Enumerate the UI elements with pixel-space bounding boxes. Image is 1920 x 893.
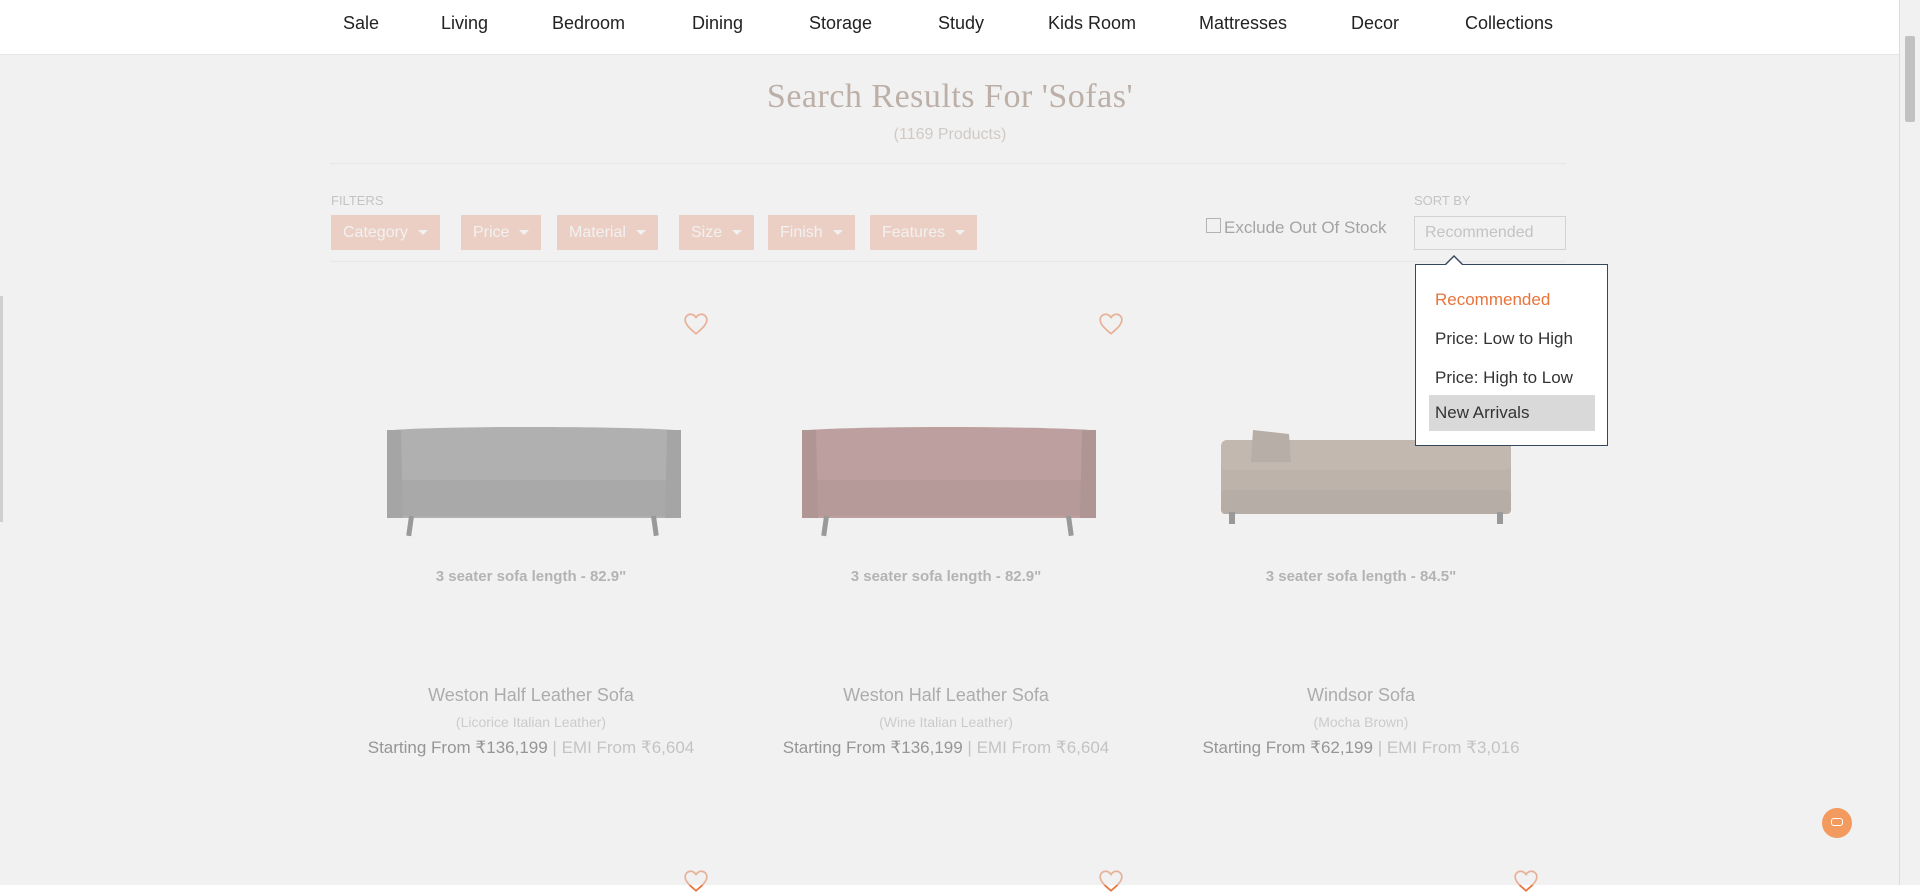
sort-option-price-high-low[interactable]: Price: High to Low [1429, 360, 1595, 396]
product-dimension: 3 seater sofa length - 84.5" [1265, 568, 1457, 585]
nav-item-study[interactable]: Study [938, 13, 984, 34]
sort-dropdown: Recommended Price: Low to High Price: Hi… [1415, 255, 1608, 446]
filter-size-label: Size [691, 224, 723, 241]
divider [330, 261, 1566, 262]
nav-item-mattresses[interactable]: Mattresses [1199, 13, 1287, 34]
product-image[interactable] [776, 400, 1116, 540]
filter-category-button[interactable]: Category [331, 215, 440, 250]
caret-down-icon [519, 230, 530, 236]
filter-finish-label: Finish [780, 224, 823, 241]
filter-features-button[interactable]: Features [870, 215, 978, 250]
nav-item-kids-room[interactable]: Kids Room [1048, 13, 1136, 34]
product-price: Starting From ₹136,199 | EMI From ₹6,604 [756, 738, 1136, 758]
price-text: Starting From ₹136,199 [782, 738, 963, 757]
heart-icon[interactable] [1098, 312, 1124, 336]
product-variant: (Licorice Italian Leather) [455, 714, 607, 730]
filters-label: FILTERS [331, 193, 384, 208]
nav-item-decor[interactable]: Decor [1351, 13, 1399, 34]
filter-material-label: Material [569, 224, 626, 241]
filter-size-button[interactable]: Size [679, 215, 755, 250]
product-price: Starting From ₹62,199 | EMI From ₹3,016 [1171, 738, 1551, 758]
chat-button[interactable] [1822, 808, 1852, 838]
price-text: Starting From ₹62,199 [1202, 738, 1373, 757]
nav-item-collections[interactable]: Collections [1465, 13, 1553, 34]
product-count: (1169 Products) [893, 126, 1007, 143]
product-name[interactable]: Weston Half Leather Sofa [756, 685, 1136, 706]
filter-price-button[interactable]: Price [461, 215, 542, 250]
heart-icon[interactable] [1098, 869, 1124, 893]
scrollbar-thumb[interactable] [1905, 36, 1915, 122]
filter-material-button[interactable]: Material [557, 215, 658, 250]
emi-text: | EMI From ₹6,604 [547, 738, 695, 757]
sort-select[interactable]: Recommended [1414, 216, 1566, 250]
nav-item-bedroom[interactable]: Bedroom [552, 13, 625, 34]
nav-item-storage[interactable]: Storage [809, 13, 872, 34]
product-price: Starting From ₹136,199 | EMI From ₹6,604 [341, 738, 721, 758]
sort-by-label: SORT BY [1414, 193, 1471, 208]
emi-text: | EMI From ₹6,604 [962, 738, 1110, 757]
page-title: Search Results For 'Sofas' [766, 78, 1134, 115]
price-text: Starting From ₹136,199 [367, 738, 548, 757]
product-variant: (Wine Italian Leather) [879, 714, 1013, 730]
sort-option-recommended[interactable]: Recommended [1429, 282, 1595, 318]
filter-features-label: Features [882, 224, 946, 241]
product-card[interactable]: 3 seater sofa length - 82.9" Weston Half… [756, 300, 1136, 760]
emi-text: | EMI From ₹3,016 [1372, 738, 1520, 757]
sort-option-price-low-high[interactable]: Price: Low to High [1429, 321, 1595, 357]
caret-down-icon [732, 230, 743, 236]
top-nav: Sale Living Bedroom Dining Storage Study… [0, 0, 1900, 55]
nav-item-living[interactable]: Living [441, 13, 488, 34]
filter-category-label: Category [343, 224, 408, 241]
product-image[interactable] [361, 400, 701, 540]
filter-finish-button[interactable]: Finish [768, 215, 855, 250]
scrollbar[interactable] [1899, 0, 1920, 885]
product-name[interactable]: Weston Half Leather Sofa [341, 685, 721, 706]
sort-option-new-arrivals[interactable]: New Arrivals [1429, 395, 1595, 431]
heart-icon[interactable] [683, 312, 709, 336]
heart-icon[interactable] [683, 869, 709, 893]
caret-down-icon [417, 230, 428, 236]
nav-item-dining[interactable]: Dining [692, 13, 743, 34]
caret-down-icon [832, 230, 843, 236]
product-dimension: 3 seater sofa length - 82.9" [435, 568, 627, 585]
side-tab[interactable] [0, 296, 3, 522]
heart-icon[interactable] [1513, 869, 1539, 893]
caret-down-icon [635, 230, 646, 236]
chat-icon [1831, 818, 1843, 826]
exclude-out-of-stock-checkbox[interactable] [1206, 218, 1221, 233]
divider [330, 163, 1566, 164]
product-variant: (Mocha Brown) [1313, 714, 1409, 730]
product-dimension: 3 seater sofa length - 82.9" [850, 568, 1042, 585]
product-name[interactable]: Windsor Sofa [1171, 685, 1551, 706]
exclude-out-of-stock-label[interactable]: Exclude Out Of Stock [1224, 218, 1387, 238]
product-card[interactable]: 3 seater sofa length - 82.9" Weston Half… [341, 300, 721, 760]
caret-down-icon [955, 230, 966, 236]
filter-price-label: Price [473, 224, 510, 241]
nav-item-sale[interactable]: Sale [343, 13, 379, 34]
